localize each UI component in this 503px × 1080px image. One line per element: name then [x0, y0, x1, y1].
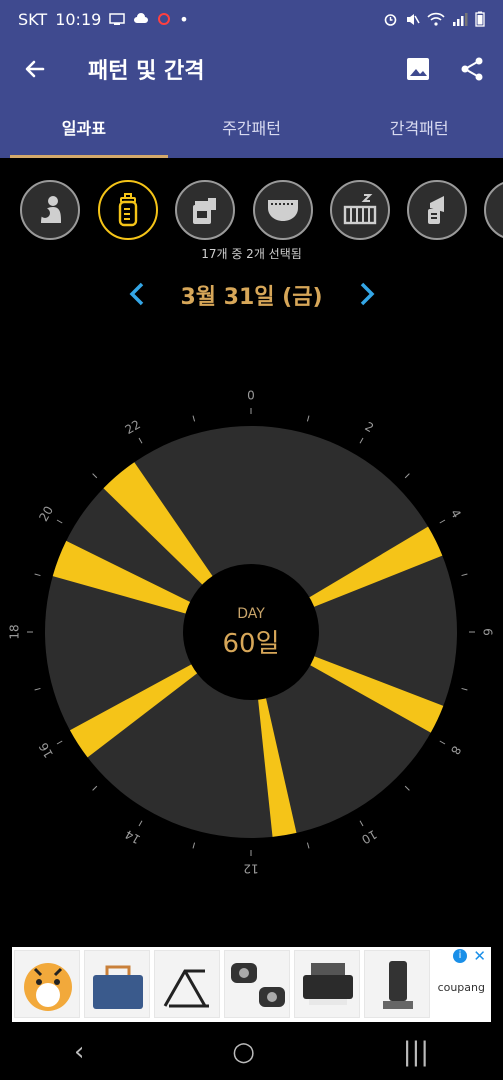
clock-tick	[404, 785, 410, 791]
clock-tick	[34, 687, 41, 691]
nav-recents-button[interactable]: |||	[403, 1037, 429, 1067]
clock-tick	[306, 415, 310, 422]
clock-time: 10:19	[55, 9, 102, 29]
app-bar: 패턴 및 간격	[0, 38, 503, 100]
clock-tick	[34, 573, 41, 577]
nav-home-button[interactable]: ○	[232, 1037, 255, 1067]
clock-tick	[439, 740, 446, 745]
bag-icon	[93, 965, 143, 1009]
category-pump-button[interactable]	[407, 180, 467, 240]
clock-hour-label: 2	[362, 419, 376, 435]
tiger-face-icon	[24, 963, 72, 1011]
diaper-icon	[268, 200, 298, 221]
clock-tick	[461, 687, 468, 691]
tab-bar: 일과표 주간패턴 간격패턴	[0, 100, 503, 158]
center-caption: DAY	[237, 606, 265, 622]
share-button[interactable]	[459, 56, 485, 82]
clock-tick	[92, 473, 98, 479]
clock-tick	[359, 437, 364, 444]
ad-product-appliance[interactable]	[364, 950, 430, 1018]
clock-hour-label: 18	[8, 624, 22, 639]
battery-icon	[475, 11, 485, 27]
category-sleep-button[interactable]	[330, 180, 390, 240]
clock-tick	[306, 842, 310, 849]
image-button[interactable]	[405, 56, 431, 82]
system-nav-bar: ‹ ○ |||	[0, 1024, 503, 1080]
feeding-mother-icon	[40, 196, 61, 223]
alarm-icon	[384, 13, 397, 26]
mute-icon	[407, 13, 420, 25]
notification-dot: •	[179, 9, 189, 29]
ad-product-tiger-toy[interactable]	[14, 950, 80, 1018]
date-label: 3월 31일 (금)	[180, 285, 323, 310]
wifi-icon	[427, 12, 445, 26]
ad-info-icon[interactable]: i	[453, 949, 467, 963]
clock-tick	[192, 842, 196, 849]
tab-interval-pattern[interactable]: 간격패턴	[335, 100, 503, 158]
category-feeding-button[interactable]	[20, 180, 80, 240]
status-bar: SKT 10:19 •	[0, 0, 503, 38]
clock-hour-label: 8	[448, 743, 464, 757]
clock-tick	[192, 415, 196, 422]
stand-icon	[163, 969, 209, 1008]
baby-bottle-icon	[118, 193, 138, 227]
date-navigator: 3월 31일 (금)	[0, 280, 503, 316]
screen-icon	[109, 13, 126, 25]
tab-weekly-pattern[interactable]: 주간패턴	[168, 100, 336, 158]
clock-tick	[56, 740, 63, 745]
ad-product-laptop-bag[interactable]	[84, 950, 150, 1018]
clock-hour-label: 14	[123, 827, 143, 847]
appliance-icon	[383, 961, 413, 1009]
category-filter-row	[0, 178, 503, 244]
tab-schedule[interactable]: 일과표	[0, 100, 168, 158]
category-bottle-button[interactable]	[98, 180, 158, 240]
clock-tick	[359, 820, 364, 827]
ad-close-icon[interactable]: ✕	[473, 947, 486, 965]
ad-product-printer[interactable]	[294, 950, 360, 1018]
arrow-back-icon	[25, 60, 45, 78]
sleep-crib-icon	[343, 194, 377, 225]
printer-icon	[303, 963, 353, 1005]
nav-back-button[interactable]: ‹	[74, 1037, 84, 1067]
formula-jar-icon	[193, 198, 216, 224]
page-title: 패턴 및 간격	[88, 59, 205, 84]
selection-status: 17개 중 2개 선택됨	[201, 247, 302, 261]
back-button[interactable]	[0, 38, 70, 100]
clock-tick	[56, 519, 63, 524]
record-icon	[158, 13, 171, 25]
next-day-button[interactable]	[350, 280, 384, 316]
chevron-right-icon	[360, 282, 375, 306]
signal-icon	[453, 13, 468, 26]
clock-hour-label: 22	[123, 417, 143, 437]
clock-hour-label: 6	[481, 628, 495, 636]
clock-tick	[92, 785, 98, 791]
category-diaper-button[interactable]	[253, 180, 313, 240]
ad-banner[interactable]: i ✕ coupang	[12, 947, 491, 1022]
clock-tick	[439, 519, 446, 524]
clock-tick	[138, 437, 143, 444]
clock-hour-label: 4	[448, 507, 464, 521]
lens-icon	[231, 963, 285, 1007]
clock-hour-label: 0	[247, 389, 255, 403]
category-formula-button[interactable]	[175, 180, 235, 240]
center-value: 60일	[222, 629, 279, 659]
category-more-button[interactable]	[484, 180, 503, 240]
clock-tick	[461, 573, 468, 577]
ad-product-stand[interactable]	[154, 950, 220, 1018]
clock-tick	[404, 473, 410, 479]
breast-pump-icon	[428, 196, 444, 224]
clock-hour-label: 20	[36, 504, 56, 524]
clock-hour-label: 10	[359, 827, 379, 847]
cloud-icon	[134, 13, 149, 23]
clock-hour-label: 12	[243, 862, 258, 876]
previous-day-button[interactable]	[120, 280, 154, 316]
clock-hour-label: 16	[36, 740, 56, 760]
ad-product-lens-cover[interactable]	[224, 950, 290, 1018]
clock-tick	[138, 820, 143, 827]
chevron-left-icon	[129, 282, 144, 306]
daily-schedule-clock: 0 2 4 6 8 10 12 14 16 18 20 22 DAY 60일	[8, 389, 495, 876]
carrier-label: SKT	[18, 9, 48, 29]
ad-brand-label: coupang	[437, 981, 485, 994]
